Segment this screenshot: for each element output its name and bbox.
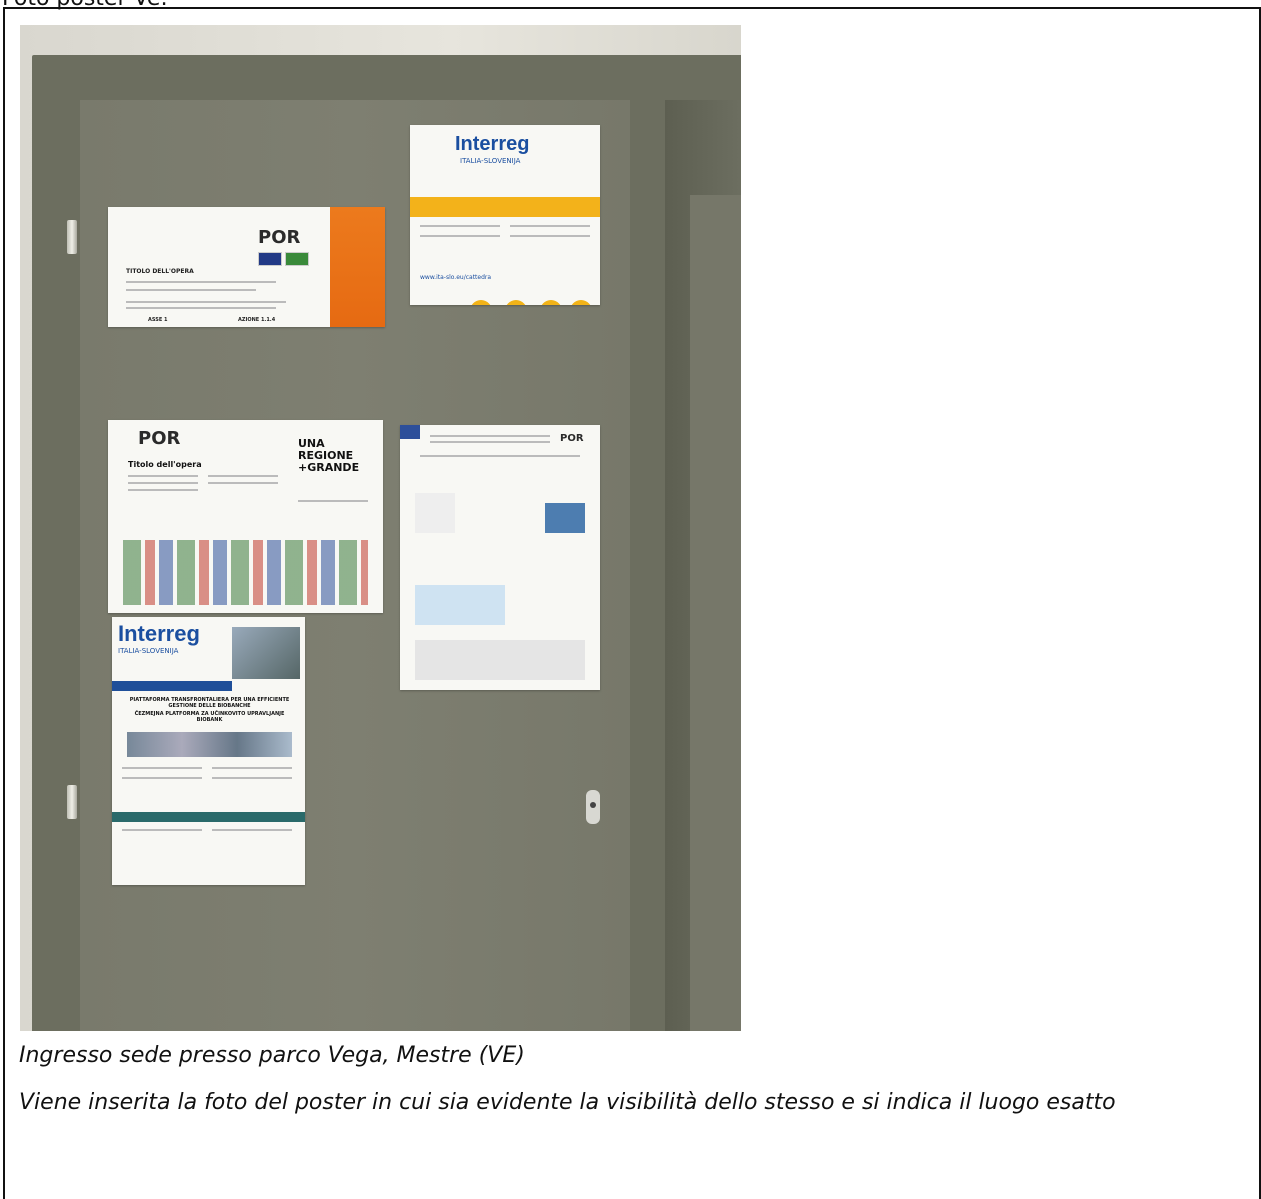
orange-band bbox=[330, 207, 385, 327]
por-logo: POR bbox=[560, 433, 584, 444]
por-logo: POR bbox=[258, 227, 301, 248]
caption-line-2: Viene inserita la foto del poster in cui… bbox=[19, 1090, 1116, 1115]
heading-sl: ČEZMEJNA PLATFORMA ZA UČINKOVITO UPRAVLJ… bbox=[134, 711, 285, 723]
caption-line-1: Ingresso sede presso parco Vega, Mestre … bbox=[19, 1043, 525, 1068]
asse-label: ASSE 1 bbox=[148, 317, 168, 323]
poster-white-right: POR bbox=[400, 425, 600, 690]
lock-icon bbox=[586, 790, 600, 824]
poster-url: www.ita-slo.eu/cattedra bbox=[420, 274, 492, 281]
por-logo: POR bbox=[138, 428, 181, 449]
hinge-icon bbox=[67, 785, 77, 819]
heading-it: PIATTAFORMA TRANSFRONTALIERA PER UNA EFF… bbox=[129, 697, 290, 709]
poster-por-top: POR TITOLO DELL'OPERA ASSE 1 AZIONE 1.1.… bbox=[108, 207, 385, 327]
poster-heading: UNA REGIONE +GRANDE bbox=[298, 437, 360, 474]
program-name: ITALIA-SLOVENIJA bbox=[118, 647, 179, 655]
interreg-logo: Interreg bbox=[455, 133, 530, 155]
hinge-icon bbox=[67, 220, 77, 254]
flags bbox=[258, 251, 312, 270]
azione-label: AZIONE 1.1.4 bbox=[238, 317, 276, 323]
poster-por-middle: POR UNA REGIONE +GRANDE Titolo dell'oper… bbox=[108, 420, 383, 613]
poster-interreg-bottom: Interreg ITALIA-SLOVENIJA PIATTAFORMA TR… bbox=[112, 617, 305, 885]
partner-logos bbox=[123, 540, 368, 605]
poster-heading: TITOLO DELL'OPERA bbox=[126, 268, 194, 275]
opera-title: Titolo dell'opera bbox=[128, 460, 202, 469]
door-photo: POR TITOLO DELL'OPERA ASSE 1 AZIONE 1.1.… bbox=[20, 25, 741, 1031]
interreg-logo: Interreg bbox=[118, 621, 200, 646]
adjacent-door bbox=[690, 195, 741, 1031]
program-name: ITALIA-SLOVENIJA bbox=[460, 157, 521, 165]
